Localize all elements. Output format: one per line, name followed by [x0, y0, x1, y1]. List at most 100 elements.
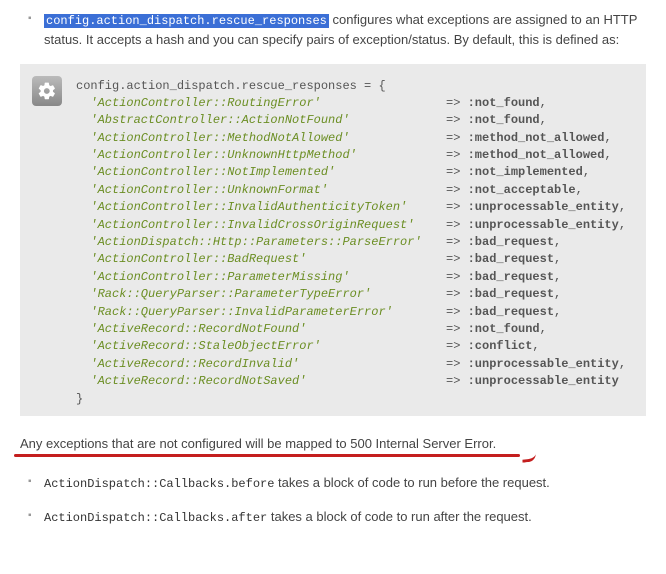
- code-mapping-row: 'ActionController::UnknownFormat' => :not…: [76, 182, 626, 199]
- trailing-comma: ,: [532, 339, 539, 353]
- status-symbol: :unprocessable_entity: [468, 374, 619, 388]
- exception-name: 'ActiveRecord::StaleObjectError': [76, 339, 321, 353]
- code-mappings: 'ActionController::RoutingError'=> :not_…: [76, 95, 626, 391]
- status-symbol: :bad_request: [468, 270, 554, 284]
- code-mapping-row: 'ActiveRecord::StaleObjectError' => :conf…: [76, 338, 626, 355]
- exception-name: 'ActionController::ParameterMissing': [76, 270, 350, 284]
- callbacks-list: ActionDispatch::Callbacks.before takes a…: [20, 473, 646, 527]
- status-symbol: :bad_request: [468, 235, 554, 249]
- config-key-highlight: config.action_dispatch.rescue_responses: [44, 14, 329, 28]
- status-symbol: :bad_request: [468, 252, 554, 266]
- code-mapping-row: 'ActionController::NotImplemented' => :no…: [76, 164, 626, 181]
- exception-name: 'ActionController::RoutingError': [76, 96, 321, 110]
- status-symbol: :method_not_allowed: [468, 148, 605, 162]
- exception-name: 'ActiveRecord::RecordInvalid': [76, 357, 299, 371]
- callback-desc: takes a block of code to run after the r…: [267, 509, 532, 524]
- status-symbol: :not_implemented: [468, 165, 583, 179]
- arrow: =>: [446, 148, 468, 162]
- callback-code: ActionDispatch::Callbacks.before: [44, 477, 274, 491]
- code-mapping-row: 'ActionController::InvalidAuthenticityTo…: [76, 199, 626, 216]
- status-symbol: :unprocessable_entity: [468, 357, 619, 371]
- exception-name: 'ActionDispatch::Http::Parameters::Parse…: [76, 235, 422, 249]
- code-header-line: config.action_dispatch.rescue_responses …: [76, 78, 626, 95]
- exception-name: 'Rack::QueryParser::InvalidParameterErro…: [76, 305, 393, 319]
- status-symbol: :method_not_allowed: [468, 131, 605, 145]
- arrow: =>: [446, 322, 468, 336]
- status-symbol: :not_found: [468, 113, 540, 127]
- trailing-comma: ,: [583, 165, 590, 179]
- exception-name: 'ActiveRecord::RecordNotSaved': [76, 374, 306, 388]
- trailing-comma: ,: [604, 148, 611, 162]
- exception-name: 'ActionController::UnknownFormat': [76, 183, 328, 197]
- exception-name: 'ActionController::BadRequest': [76, 252, 306, 266]
- trailing-comma: ,: [540, 96, 547, 110]
- status-symbol: :unprocessable_entity: [468, 218, 619, 232]
- trailing-comma: ,: [554, 270, 561, 284]
- arrow: =>: [446, 131, 468, 145]
- code-mapping-row: 'Rack::QueryParser::ParameterTypeError' =…: [76, 286, 626, 303]
- status-symbol: :not_found: [468, 96, 540, 110]
- code-mapping-row: 'ActionController::RoutingError'=> :not_…: [76, 95, 626, 112]
- fallback-note-text: Any exceptions that are not configured w…: [20, 436, 496, 451]
- code-mapping-row: 'ActionController::UnknownHttpMethod'=> …: [76, 147, 626, 164]
- arrow: =>: [446, 200, 468, 214]
- code-mapping-row: 'ActionController::InvalidCrossOriginReq…: [76, 217, 626, 234]
- arrow: =>: [446, 252, 468, 266]
- code-mapping-row: 'AbstractController::ActionNotFound' => :…: [76, 112, 626, 129]
- arrow: =>: [446, 287, 468, 301]
- exception-name: 'ActionController::InvalidCrossOriginReq…: [76, 218, 414, 232]
- exception-name: 'ActionController::UnknownHttpMethod': [76, 148, 357, 162]
- trailing-comma: ,: [604, 131, 611, 145]
- trailing-comma: ,: [619, 357, 626, 371]
- config-intro-item: config.action_dispatch.rescue_responses …: [20, 10, 646, 50]
- trailing-comma: ,: [554, 305, 561, 319]
- callback-item: ActionDispatch::Callbacks.before takes a…: [20, 473, 646, 493]
- code-mapping-row: 'ActiveRecord::RecordInvalid' => :unproce…: [76, 356, 626, 373]
- exception-name: 'ActionController::NotImplemented': [76, 165, 335, 179]
- trailing-comma: ,: [554, 235, 561, 249]
- exception-name: 'ActionController::InvalidAuthenticityTo…: [76, 200, 407, 214]
- trailing-comma: ,: [554, 287, 561, 301]
- exception-name: 'Rack::QueryParser::ParameterTypeError': [76, 287, 371, 301]
- code-mapping-row: 'Rack::QueryParser::InvalidParameterErro…: [76, 304, 626, 321]
- code-mapping-row: 'ActionController::BadRequest' => :bad_re…: [76, 251, 626, 268]
- status-symbol: :unprocessable_entity: [468, 200, 619, 214]
- trailing-comma: ,: [576, 183, 583, 197]
- exception-name: 'ActionController::MethodNotAllowed': [76, 131, 350, 145]
- arrow: =>: [446, 339, 468, 353]
- code-mapping-row: 'ActionController::MethodNotAllowed' => :…: [76, 130, 626, 147]
- code-mapping-row: 'ActiveRecord::RecordNotSaved' => :unproc…: [76, 373, 626, 390]
- arrow: =>: [446, 218, 468, 232]
- status-symbol: :not_found: [468, 322, 540, 336]
- code-block: config.action_dispatch.rescue_responses …: [20, 64, 646, 416]
- status-symbol: :bad_request: [468, 287, 554, 301]
- trailing-comma: ,: [554, 252, 561, 266]
- arrow: =>: [446, 270, 468, 284]
- code-mapping-row: 'ActionDispatch::Http::Parameters::Parse…: [76, 234, 626, 251]
- arrow: =>: [446, 165, 468, 179]
- fallback-note: Any exceptions that are not configured w…: [20, 434, 646, 454]
- callback-desc: takes a block of code to run before the …: [274, 475, 549, 490]
- code-mapping-row: 'ActiveRecord::RecordNotFound' => :not_fo…: [76, 321, 626, 338]
- arrow: =>: [446, 374, 468, 388]
- status-symbol: :not_acceptable: [468, 183, 576, 197]
- callback-code: ActionDispatch::Callbacks.after: [44, 511, 267, 525]
- trailing-comma: ,: [619, 200, 626, 214]
- red-underline-icon: [14, 454, 520, 457]
- trailing-comma: ,: [619, 218, 626, 232]
- trailing-comma: ,: [540, 113, 547, 127]
- arrow: =>: [446, 357, 468, 371]
- arrow: =>: [446, 235, 468, 249]
- trailing-comma: ,: [540, 322, 547, 336]
- code-content: config.action_dispatch.rescue_responses …: [76, 78, 626, 408]
- arrow: =>: [446, 113, 468, 127]
- code-footer-line: }: [76, 391, 626, 408]
- exception-name: 'AbstractController::ActionNotFound': [76, 113, 350, 127]
- arrow: =>: [446, 183, 468, 197]
- callback-item: ActionDispatch::Callbacks.after takes a …: [20, 507, 646, 527]
- status-symbol: :conflict: [468, 339, 533, 353]
- arrow: =>: [446, 305, 468, 319]
- code-mapping-row: 'ActionController::ParameterMissing' => :…: [76, 269, 626, 286]
- exception-name: 'ActiveRecord::RecordNotFound': [76, 322, 306, 336]
- gear-icon: [32, 76, 62, 106]
